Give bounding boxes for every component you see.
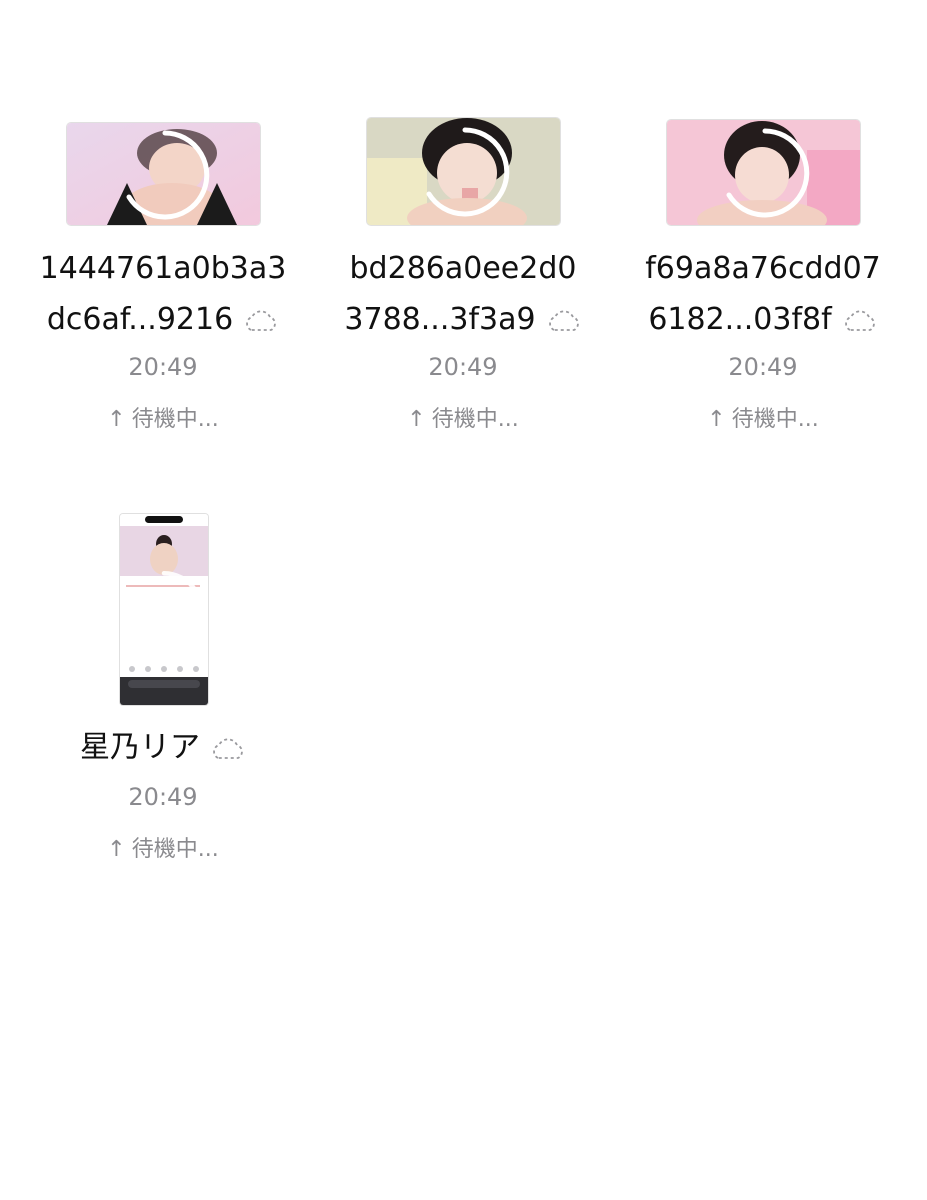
arrow-up-icon: ↑ xyxy=(407,407,426,432)
upload-progress-ring xyxy=(129,570,204,651)
video-thumbnail[interactable] xyxy=(367,118,560,225)
cloud-dashed-icon xyxy=(844,310,875,331)
file-item[interactable]: f69a8a76cdd07 6182...03f8f 20:49 ↑ 待機中... xyxy=(613,0,913,440)
upload-status: ↑ 待機中... xyxy=(107,837,219,862)
timestamp: 20:49 xyxy=(728,353,798,381)
file-name: 星乃リア xyxy=(13,722,313,773)
file-item[interactable]: bd286a0ee2d0 3788...3f3a9 20:49 ↑ 待機中... xyxy=(313,0,613,440)
arrow-up-icon: ↑ xyxy=(707,407,726,432)
file-name: bd286a0ee2d0 3788...3f3a9 xyxy=(313,243,613,345)
upload-status: ↑ 待機中... xyxy=(707,407,819,432)
upload-progress-ring xyxy=(726,128,810,218)
timestamp: 20:49 xyxy=(128,783,198,811)
arrow-up-icon: ↑ xyxy=(107,837,126,862)
timestamp: 20:49 xyxy=(428,353,498,381)
upload-progress-ring xyxy=(426,127,510,217)
upload-status: ↑ 待機中... xyxy=(407,407,519,432)
screenshot-thumbnail[interactable] xyxy=(120,514,208,705)
file-name: f69a8a76cdd07 6182...03f8f xyxy=(645,251,881,337)
file-item[interactable]: 星乃リア 20:49 ↑ 待機中... xyxy=(13,0,313,880)
cloud-dashed-icon xyxy=(548,310,579,331)
video-thumbnail[interactable] xyxy=(667,120,860,225)
cloud-dashed-icon xyxy=(213,738,243,759)
